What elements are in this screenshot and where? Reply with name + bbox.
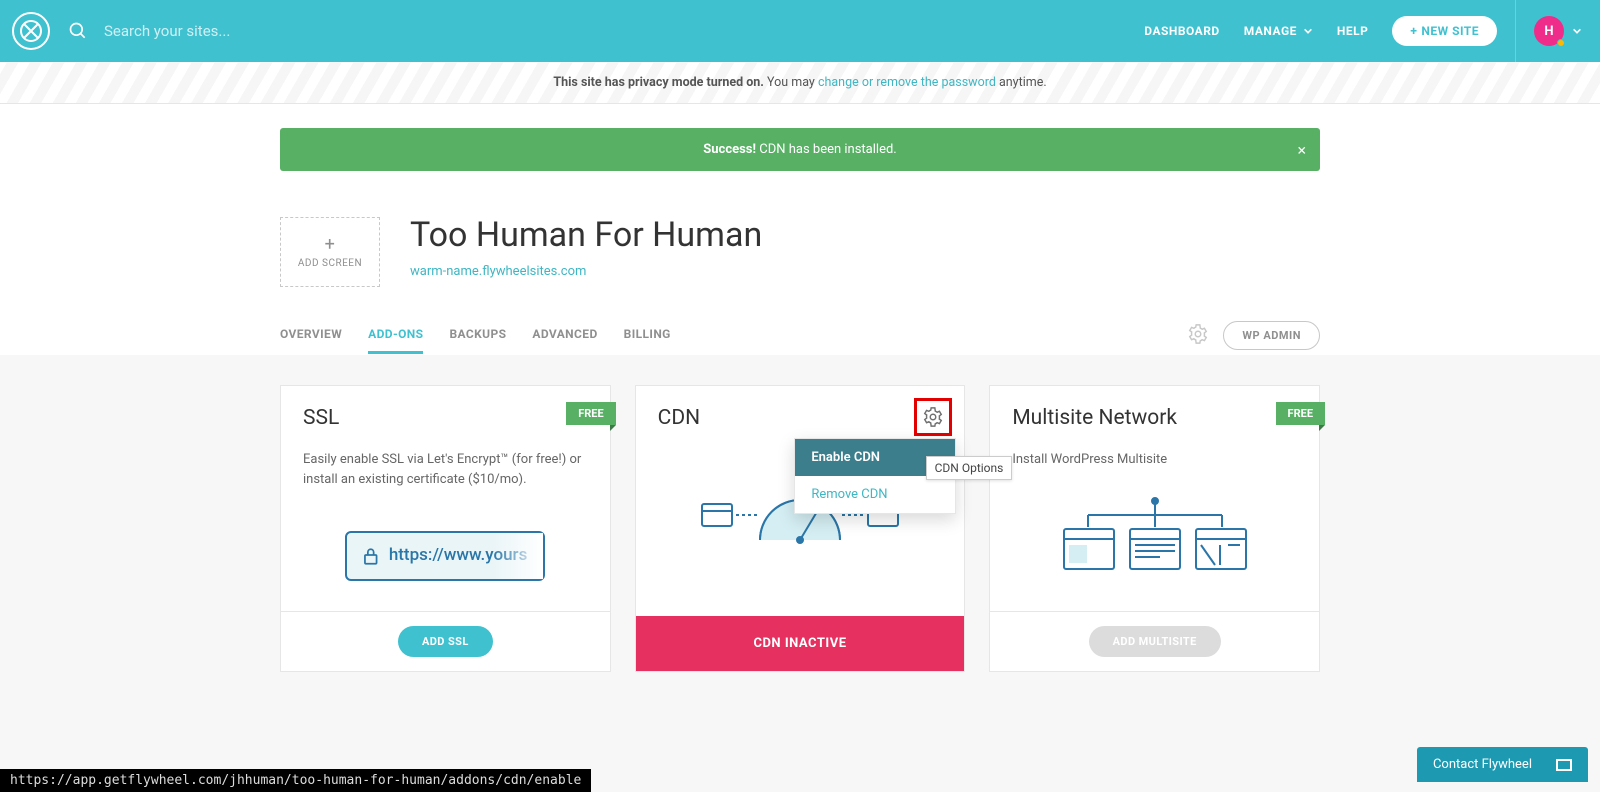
search-icon [68,21,88,41]
main: Success! CDN has been installed. × + ADD… [280,104,1320,355]
alert-strong: Success! [703,142,756,157]
site-header: + ADD SCREEN Too Human For Human warm-na… [280,217,1320,287]
plus-icon: + [325,236,336,254]
chevron-down-icon [1572,26,1582,36]
wp-admin-button[interactable]: WP ADMIN [1223,321,1320,350]
top-nav: DASHBOARD MANAGE HELP +NEW SITE [1144,16,1497,46]
add-screenshot-button[interactable]: + ADD SCREEN [280,217,380,287]
tab-advanced[interactable]: ADVANCED [532,317,597,354]
menu-remove-cdn[interactable]: Remove CDN [795,476,955,513]
chat-window-icon [1556,759,1572,771]
alert-close-button[interactable]: × [1297,140,1306,159]
cards-area: SSL FREE Easily enable SSL via Let's Enc… [0,355,1600,792]
search-input[interactable] [102,21,502,41]
new-site-label: NEW SITE [1421,24,1479,38]
contact-flywheel-button[interactable]: Contact Flywheel [1417,747,1588,782]
free-badge: FREE [566,402,615,425]
cdn-options-tooltip: CDN Options [926,456,1013,480]
search-wrap [68,21,1144,41]
card-multisite-title: Multisite Network [1012,406,1177,430]
privacy-banner: This site has privacy mode turned on. Yo… [0,62,1600,104]
gear-icon [1187,323,1209,345]
cdn-options-button[interactable] [914,398,952,436]
new-site-button[interactable]: +NEW SITE [1392,16,1497,46]
card-cdn: CDN Enable CDN Remove CDN CDN Options [635,385,966,672]
nav-help[interactable]: HELP [1337,24,1368,38]
topbar-divider [1515,0,1516,62]
lock-icon [363,547,379,565]
card-multisite: Multisite Network FREE Install WordPress… [989,385,1320,672]
privacy-password-link[interactable]: change or remove the password [818,75,996,90]
avatar: H [1534,16,1564,46]
nav-manage[interactable]: MANAGE [1244,24,1313,38]
tab-billing[interactable]: BILLING [624,317,671,354]
site-title: Too Human For Human [410,217,762,254]
tab-backups[interactable]: BACKUPS [449,317,506,354]
card-ssl-title: SSL [303,406,339,430]
alert-text: CDN has been installed. [759,142,897,157]
tabs-right: WP ADMIN [1187,321,1320,350]
multisite-illustration [1012,482,1297,592]
card-ssl: SSL FREE Easily enable SSL via Let's Enc… [280,385,611,672]
add-ssl-button[interactable]: ADD SSL [398,626,493,657]
flywheel-logo[interactable] [12,12,50,50]
cdn-status-bar: CDN INACTIVE [636,616,965,671]
tabs: OVERVIEW ADD-ONS BACKUPS ADVANCED BILLIN… [280,317,671,354]
privacy-tail: anytime. [999,75,1047,90]
tabs-row: OVERVIEW ADD-ONS BACKUPS ADVANCED BILLIN… [280,317,1320,355]
card-cdn-title: CDN [658,406,700,430]
gear-icon [922,406,944,428]
addon-cards: SSL FREE Easily enable SSL via Let's Enc… [280,385,1320,672]
user-menu[interactable]: H [1534,16,1582,46]
topbar: DASHBOARD MANAGE HELP +NEW SITE H [0,0,1600,62]
card-multisite-desc: Install WordPress Multisite [1012,450,1297,470]
site-settings-button[interactable] [1187,323,1209,349]
browser-status-url: https://app.getflywheel.com/jhhuman/too-… [0,769,591,792]
card-ssl-desc: Easily enable SSL via Let's Encrypt™ (fo… [303,450,588,489]
flywheel-logo-icon [20,20,42,42]
nav-manage-label: MANAGE [1244,24,1297,38]
add-screen-label: ADD SCREEN [298,258,362,269]
privacy-mid: You may [767,75,818,90]
tab-addons[interactable]: ADD-ONS [368,317,423,354]
tab-overview[interactable]: OVERVIEW [280,317,342,354]
nav-dashboard[interactable]: DASHBOARD [1144,24,1219,38]
success-alert: Success! CDN has been installed. × [280,128,1320,171]
add-multisite-button[interactable]: ADD MULTISITE [1089,626,1221,657]
ssl-illustration: https://www.yours [303,501,588,611]
avatar-initial: H [1544,24,1553,39]
notification-dot-icon [1557,39,1565,47]
contact-label: Contact Flywheel [1433,757,1532,772]
site-url-link[interactable]: warm-name.flywheelsites.com [410,264,586,279]
privacy-lead: This site has privacy mode turned on. [553,75,767,90]
chevron-down-icon [1303,26,1313,36]
free-badge: FREE [1276,402,1325,425]
